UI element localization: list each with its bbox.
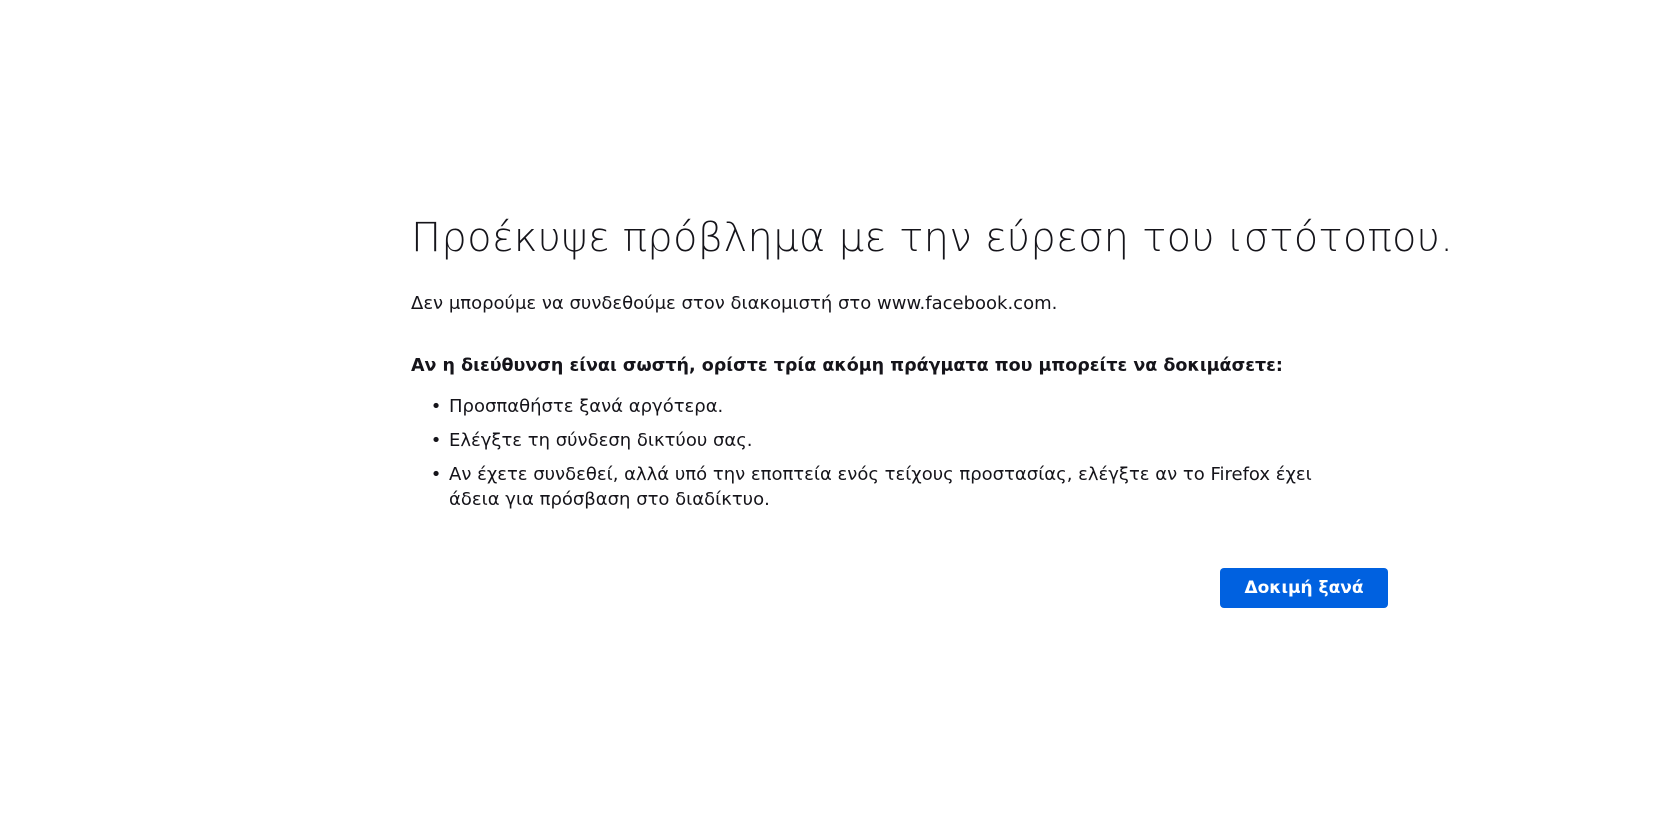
advice-item-check-connection: • Ελέγξτε τη σύνδεση δικτύου σας.: [431, 428, 1349, 453]
advice-item-firewall: • Αν έχετε συνδεθεί, αλλά υπό την εποπτε…: [431, 462, 1349, 512]
advice-item-text: Αν έχετε συνδεθεί, αλλά υπό την εποπτεία…: [449, 464, 1312, 510]
button-row: Δοκιμή ξανά: [1220, 568, 1388, 608]
try-again-button[interactable]: Δοκιμή ξανά: [1220, 568, 1388, 608]
advice-item-try-later: • Προσπαθήστε ξανά αργότερα.: [431, 394, 1349, 419]
bullet-icon: •: [430, 430, 442, 451]
error-page: Προέκυψε πρόβλημα με την εύρεση του ιστό…: [0, 0, 1677, 837]
advice-item-text: Ελέγξτε τη σύνδεση δικτύου σας.: [449, 430, 753, 451]
error-title: Προέκυψε πρόβλημα με την εύρεση του ιστό…: [411, 215, 1454, 261]
advice-heading: Αν η διεύθυνση είναι σωστή, ορίστε τρία …: [411, 356, 1283, 376]
bullet-icon: •: [430, 464, 442, 485]
bullet-icon: •: [430, 396, 442, 417]
advice-item-text: Προσπαθήστε ξανά αργότερα.: [449, 396, 724, 417]
advice-list: • Προσπαθήστε ξανά αργότερα. • Ελέγξτε τ…: [411, 394, 1387, 512]
error-content: Προέκυψε πρόβλημα με την εύρεση του ιστό…: [411, 208, 1454, 521]
error-short-description: Δεν μπορούμε να συνδεθούμε στον διακομισ…: [411, 293, 1058, 314]
